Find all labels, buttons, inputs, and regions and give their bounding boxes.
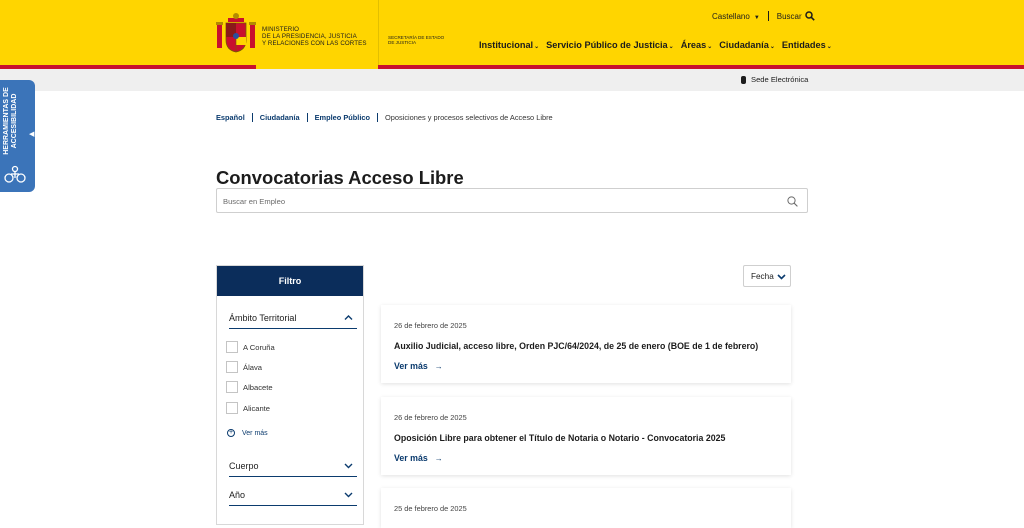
option-label: Álava [243,362,262,372]
nav-item-ciudadania[interactable]: Ciudadanía⌄ [719,40,775,50]
result-date: 26 de febrero de 2025 [394,321,467,330]
arrow-right-icon: → [434,361,443,371]
result-date: 26 de febrero de 2025 [394,413,467,422]
header-divider [378,0,379,66]
chevron-up-icon [344,315,353,320]
chevron-down-icon [344,492,353,498]
sort-dropdown[interactable]: Fecha [743,265,791,287]
checkbox[interactable] [226,402,238,414]
search-icon [804,11,815,21]
filter-panel: Filtro Ámbito Territorial A Coruña Álava… [216,265,364,525]
language-selector[interactable]: Castellano ▼ [712,12,760,21]
nav-item-institucional[interactable]: Institucional⌄ [479,40,539,50]
see-more-label: Ver más [394,361,428,371]
option-a-coruna[interactable]: A Coruña [226,341,275,353]
see-more-link[interactable]: Ver más → [394,361,443,371]
ministry-name: Ministerio de la Presidencia, Justicia y… [262,26,367,47]
result-title[interactable]: Auxilio Judicial, acceso libre, Orden PJ… [394,341,758,351]
language-label: Castellano [712,11,750,21]
nav-label: Institucional [479,40,534,50]
breadcrumb-espanol[interactable]: Español [216,113,245,122]
sede-label: Sede Electrónica [751,75,809,84]
breadcrumb: Español Ciudadanía Empleo Público Oposic… [216,113,553,122]
result-card: 26 de febrero de 2025 Oposición Libre pa… [381,397,791,475]
site-header: Ministerio de la Presidencia, Justicia y… [0,0,1024,66]
nav-label: Entidades [781,40,826,50]
nav-item-servicio-publico[interactable]: Servicio Público de Justicia⌄ [546,40,674,50]
ministry-line-1: Ministerio [262,26,300,33]
top-utility-links: Castellano ▼ Buscar [712,11,815,21]
checkbox[interactable] [226,361,238,373]
breadcrumb-current: Oposiciones y procesos selectivos de Acc… [385,113,553,122]
chevron-down-icon: ⌄ [707,44,713,50]
option-alicante[interactable]: Alicante [226,402,270,414]
accessibility-label: Herramientas de accesibilidad [3,84,19,158]
sub-bar [0,69,1024,91]
see-more-link[interactable]: Ver más → [394,453,443,463]
see-more-label: Ver más [242,429,268,437]
search-icon[interactable] [787,196,798,207]
result-card: 26 de febrero de 2025 Auxilio Judicial, … [381,305,791,383]
breadcrumb-separator [251,113,253,122]
chevron-down-icon: ▼ [753,14,760,21]
search-box [216,188,808,213]
plus-circle-icon: + [227,429,235,437]
checkbox[interactable] [226,381,238,393]
accordion-ambito-territorial[interactable]: Ámbito Territorial [229,307,357,329]
main-navigation: Institucional⌄ Servicio Público de Justi… [479,40,839,50]
nav-item-entidades[interactable]: Entidades⌄ [782,40,832,50]
filter-header: Filtro [217,266,363,296]
accessibility-line-1: Herramientas de [3,87,10,155]
breadcrumb-empleo-publico[interactable]: Empleo Público [315,113,370,122]
nav-label: Ciudadanía [719,40,769,50]
accordion-label: Ámbito Territorial [229,313,297,323]
option-label: A Coruña [243,342,275,352]
arrow-right-icon: → [434,453,443,463]
option-label: Alicante [243,403,271,413]
chevron-down-icon [777,273,786,280]
accessibility-icon [4,165,26,183]
search-link[interactable]: Buscar [777,11,815,21]
result-title[interactable]: Oposición Libre para obtener el Título d… [394,433,725,443]
see-more-label: Ver más [394,453,428,463]
accordion-label: Año [229,490,246,500]
breadcrumb-separator [377,113,379,122]
secretaria-name: Secretaría de Estado de Justicia [388,35,444,45]
coat-of-arms-logo[interactable] [216,12,256,54]
accessibility-line-2: accesibilidad [11,93,18,149]
chevron-down-icon: ⌄ [769,44,775,50]
see-more-options-link[interactable]: + Ver más [227,429,268,437]
nav-label: Servicio Público de Justicia [546,40,668,50]
lock-icon [741,75,746,84]
search-input[interactable] [223,194,763,208]
chevron-down-icon [344,463,353,469]
page-title: Convocatorias Acceso Libre [216,167,464,188]
accessibility-tools-tab[interactable]: Herramientas de accesibilidad ◀ [0,80,35,192]
checkbox[interactable] [226,341,238,353]
chevron-down-icon: ⌄ [668,44,674,50]
sede-electronica-link[interactable]: Sede Electrónica [741,75,808,84]
option-alava[interactable]: Álava [226,361,262,373]
accordion-label: Cuerpo [229,461,259,471]
ministry-line-2: de la Presidencia, Justicia [262,33,357,40]
breadcrumb-ciudadania[interactable]: Ciudadanía [260,113,300,122]
accordion-ano[interactable]: Año [229,484,357,506]
result-card: 25 de febrero de 2025 [381,488,791,528]
search-label: Buscar [776,11,802,21]
option-label: Albacete [243,382,273,392]
chevron-down-icon: ⌄ [826,44,832,50]
chevron-down-icon: ⌄ [534,44,540,50]
ministry-line-3: y Relaciones con las Cortes [262,40,367,47]
secretaria-line-2: de Justicia [388,40,417,45]
utility-separator [767,11,769,21]
nav-label: Áreas [680,40,707,50]
caret-left-icon: ◀ [29,131,35,138]
accordion-cuerpo[interactable]: Cuerpo [229,455,357,477]
breadcrumb-separator [306,113,308,122]
sort-label: Fecha [751,271,774,281]
option-albacete[interactable]: Albacete [226,381,273,393]
nav-item-areas[interactable]: Áreas⌄ [681,40,713,50]
